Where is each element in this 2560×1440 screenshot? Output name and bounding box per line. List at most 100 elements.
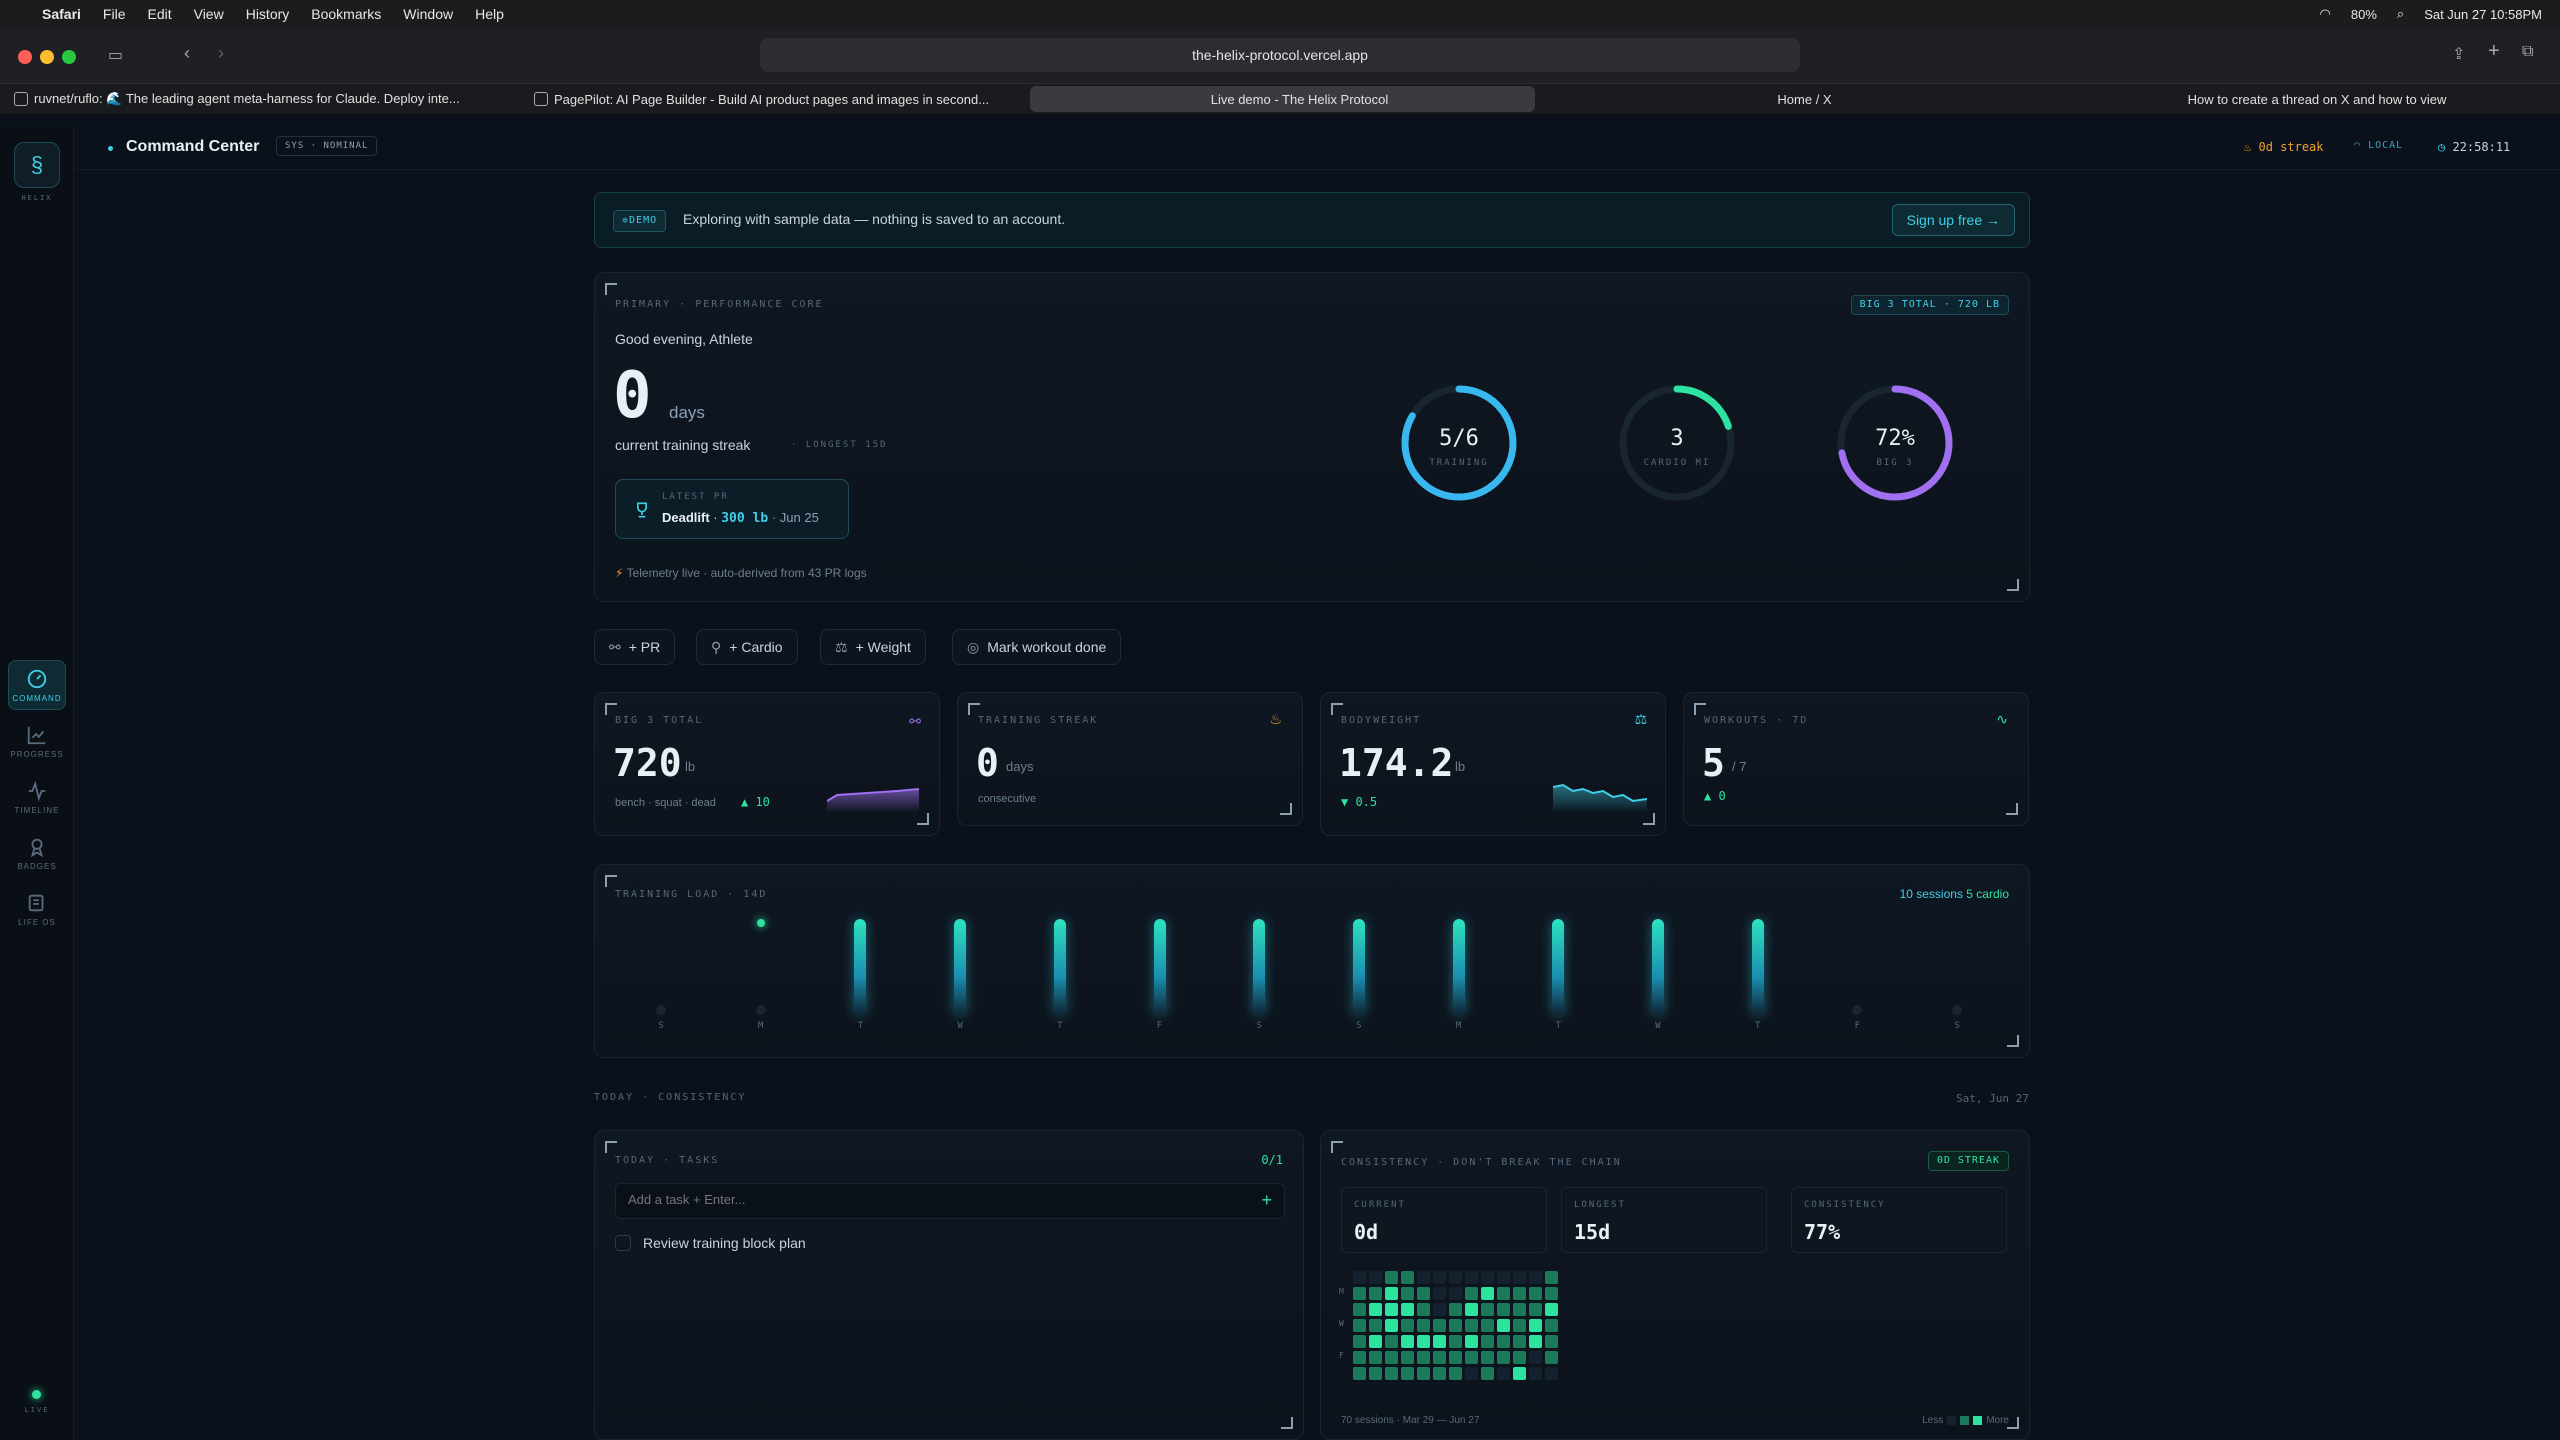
load-day-label: S [658,1021,664,1031]
live-label: LIVE [24,1406,50,1414]
browser-tab[interactable]: ruvnet/ruflo: 🌊 The leading agent meta-h… [0,84,520,114]
tasks-panel: TODAY · TASKS 0/1 + Review training bloc… [594,1130,1304,1440]
task-text: Review training block plan [643,1235,806,1251]
flame-icon: ♨ [2244,140,2252,154]
heatmap-cell [1417,1303,1430,1316]
sidebar-item-life-os[interactable]: LIFE OS [8,884,66,934]
load-day-label: S [1256,1021,1262,1031]
share-icon[interactable]: ⇪ [2452,44,2465,64]
telemetry-line: ⚡ Telemetry live · auto-derived from 43 … [615,566,867,580]
stat-card-bodyweight[interactable]: BODYWEIGHT ⚖ 174.2 lb ▼ 0.5 [1320,692,1666,836]
corner-bracket [1694,703,1706,715]
task-checkbox[interactable] [615,1235,631,1251]
search-icon[interactable]: ⌕ [2397,6,2404,22]
tab-overview-icon[interactable]: ⧉ [2522,43,2533,61]
clock[interactable]: Sat Jun 27 10:58PM [2424,7,2542,22]
browser-tab[interactable]: PagePilot: AI Page Builder - Build AI pr… [520,84,1030,114]
helix-logo-icon[interactable]: § [14,142,60,188]
stat-card-workouts[interactable]: WORKOUTS · 7D ∿ 5 / 7 ▲ 0 [1683,692,2029,826]
stat-card-big3[interactable]: BIG 3 TOTAL ⚯ 720 lb bench · squat · dea… [594,692,940,836]
logo-label: HELIX [21,194,53,202]
heatmap-cell [1545,1319,1558,1332]
add-task-input[interactable] [628,1192,1228,1207]
telemetry-text: Telemetry live · auto-derived from 43 PR… [626,566,867,580]
heatmap-cell [1513,1287,1526,1300]
ring-value: 72% [1875,426,1915,451]
add-cardio-button[interactable]: ⚲ + Cardio [696,629,798,665]
browser-tab-active[interactable]: Live demo - The Helix Protocol [1030,86,1535,112]
mark-workout-done-button[interactable]: ◎ Mark workout done [952,629,1122,665]
zoom-window-button[interactable] [62,50,76,64]
button-label: + Weight [855,639,911,655]
minimize-window-button[interactable] [40,50,54,64]
add-task-field[interactable]: + [615,1183,1285,1219]
check-circle-icon: ◎ [967,638,980,655]
menu-history[interactable]: History [246,6,290,22]
heatmap-cell [1433,1287,1446,1300]
menu-app[interactable]: Safari [42,6,81,22]
heatmap-cell [1353,1303,1366,1316]
menu-help[interactable]: Help [475,6,504,22]
menu-view[interactable]: View [194,6,224,22]
scale-icon: ⚖ [835,638,848,655]
new-tab-icon[interactable]: + [2488,40,2500,63]
wifi-icon[interactable]: ◠ [2320,6,2331,22]
menu-file[interactable]: File [103,6,126,22]
live-indicator [32,1390,41,1399]
sidebar-item-timeline[interactable]: TIMELINE [8,772,66,822]
heatmap-cell [1497,1319,1510,1332]
app-topbar: Command Center SYS · NOMINAL ♨ 0d streak… [74,126,2560,170]
stat-card-streak[interactable]: TRAINING STREAK ♨ 0 days consecutive [957,692,1303,826]
address-bar[interactable]: the-helix-protocol.vercel.app [760,38,1800,72]
heatmap-cell [1433,1367,1446,1380]
task-count: 0/1 [1261,1153,1283,1167]
streak-unit: days [669,403,705,422]
heatmap-cell [1369,1335,1382,1348]
stat-label: TRAINING STREAK [978,715,1099,726]
pulse-icon [28,780,46,801]
task-item[interactable]: Review training block plan [615,1235,806,1251]
sidebar-item-command[interactable]: COMMAND [8,660,66,710]
panel-label: PRIMARY · PERFORMANCE CORE [615,299,824,310]
menu-window[interactable]: Window [403,6,453,22]
stat-delta: ▲ 10 [741,795,770,809]
heatmap-cell [1417,1367,1430,1380]
app-sidebar: § HELIX COMMAND PROGRESS TIMELINE BADGES… [0,126,74,1440]
heatmap-cell [1401,1287,1414,1300]
forward-icon[interactable]: › [218,43,224,64]
heatmap-cell [1545,1367,1558,1380]
stat-delta-value: 0 [1718,789,1726,803]
sidebar-toggle-icon[interactable]: ▭ [108,45,123,65]
streak-text: 0d streak [2258,140,2324,154]
mac-menubar: Safari File Edit View History Bookmarks … [0,0,2560,28]
stat-value: 174.2 [1339,741,1454,785]
ring-value: 3 [1670,426,1683,451]
heatmap-row-label: W [1339,1319,1344,1328]
browser-tab[interactable]: How to create a thread on X and how to v… [2040,84,2560,114]
stat-label: BIG 3 TOTAL [615,715,704,726]
sidebar-item-progress[interactable]: PROGRESS [8,716,66,766]
load-bar [1253,919,1266,1015]
close-window-button[interactable] [18,50,32,64]
ring-label: BIG 3 [1876,458,1913,468]
stat-delta: ▼ 0.5 [1341,795,1378,809]
add-pr-button[interactable]: ⚯ + PR [594,629,676,665]
menu-edit[interactable]: Edit [147,6,171,22]
heatmap-cell [1369,1351,1382,1364]
heatmap-cell [1353,1335,1366,1348]
pagepilot-icon [534,92,548,106]
sidebar-item-badges[interactable]: BADGES [8,828,66,878]
sign-up-button[interactable]: Sign up free → [1891,204,2015,236]
demo-badge: ✲DEMO [613,210,667,232]
menu-bookmarks[interactable]: Bookmarks [311,6,381,22]
add-weight-button[interactable]: ⚖ + Weight [820,629,926,665]
load-bar [1952,1005,1963,1015]
load-day-label: M [757,1021,764,1031]
stat-delta: ▲ 0 [1704,789,1726,803]
add-task-icon[interactable]: + [1261,1190,1272,1211]
chart-icon [27,726,46,744]
browser-tab[interactable]: Home / X [1535,84,2040,114]
heatmap-cell [1401,1303,1414,1316]
latest-pr-card[interactable]: LATEST PR Deadlift · 300 lb · Jun 25 [615,479,849,539]
back-icon[interactable]: ‹ [184,43,190,64]
